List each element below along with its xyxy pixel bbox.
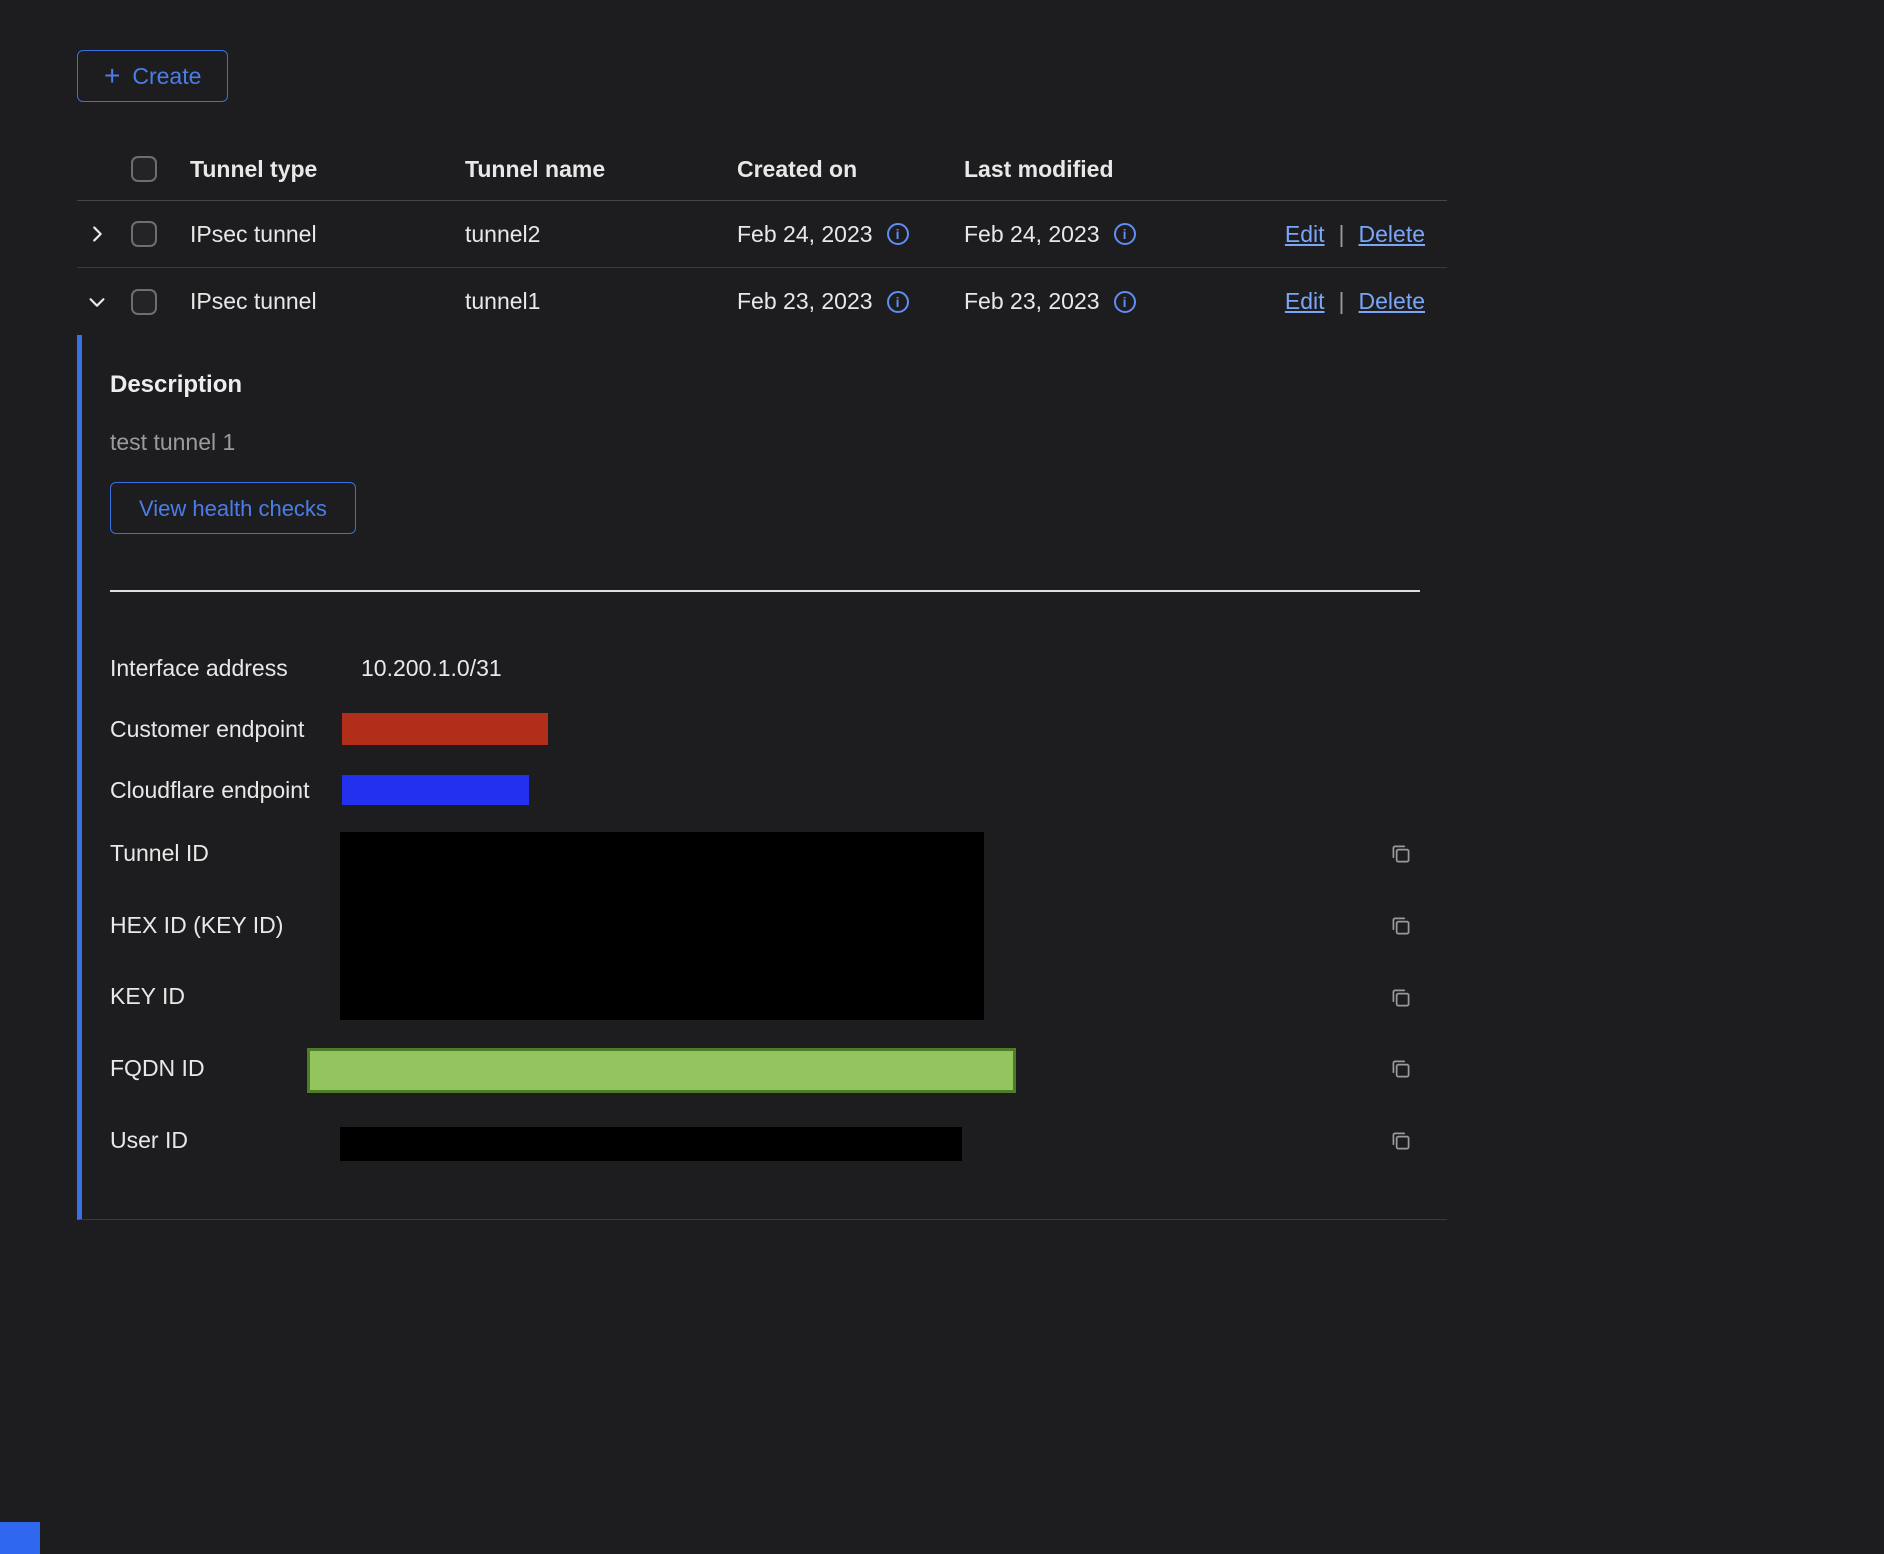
cell-tunnel-name: tunnel1 bbox=[465, 288, 737, 315]
delete-link[interactable]: Delete bbox=[1359, 221, 1425, 248]
column-header-created-on: Created on bbox=[737, 156, 964, 183]
delete-link[interactable]: Delete bbox=[1359, 288, 1425, 315]
customer-endpoint-label: Customer endpoint bbox=[110, 716, 304, 743]
tunnel-fields: Interface address 10.200.1.0/31 Customer… bbox=[110, 639, 1422, 1179]
column-header-tunnel-name: Tunnel name bbox=[465, 156, 737, 183]
cloudflare-endpoint-label: Cloudflare endpoint bbox=[110, 777, 309, 804]
copy-icon[interactable] bbox=[1388, 1056, 1414, 1082]
user-id-label: User ID bbox=[110, 1127, 188, 1154]
copy-icon[interactable] bbox=[1388, 841, 1414, 867]
select-all-checkbox[interactable] bbox=[131, 156, 157, 182]
fqdn-id-redacted-value bbox=[307, 1048, 1016, 1093]
chevron-down-icon[interactable] bbox=[86, 291, 108, 313]
cell-created-on: Feb 24, 2023 i bbox=[737, 221, 964, 248]
cell-last-modified: Feb 23, 2023 i bbox=[964, 288, 1285, 315]
plus-icon: + bbox=[104, 62, 120, 90]
edit-link[interactable]: Edit bbox=[1285, 221, 1325, 248]
description-value: test tunnel 1 bbox=[110, 429, 1447, 456]
info-icon[interactable]: i bbox=[1114, 223, 1136, 245]
info-icon[interactable]: i bbox=[887, 291, 909, 313]
row-checkbox[interactable] bbox=[131, 289, 157, 315]
cell-actions: Edit | Delete bbox=[1285, 221, 1447, 248]
cell-last-modified: Feb 24, 2023 i bbox=[964, 221, 1285, 248]
create-button-label: Create bbox=[132, 63, 201, 90]
created-on-value: Feb 23, 2023 bbox=[737, 288, 873, 315]
edit-link[interactable]: Edit bbox=[1285, 288, 1325, 315]
column-header-tunnel-type: Tunnel type bbox=[190, 156, 465, 183]
key-id-label: KEY ID bbox=[110, 983, 185, 1010]
cell-tunnel-name: tunnel2 bbox=[465, 221, 737, 248]
chevron-right-icon[interactable] bbox=[86, 223, 108, 245]
user-id-redacted-value bbox=[340, 1127, 962, 1161]
cell-tunnel-type: IPsec tunnel bbox=[190, 288, 465, 315]
cloudflare-endpoint-redacted-value bbox=[342, 775, 529, 805]
interface-address-value: 10.200.1.0/31 bbox=[361, 655, 502, 682]
table-row: IPsec tunnel tunnel2 Feb 24, 2023 i Feb … bbox=[77, 201, 1447, 268]
description-label: Description bbox=[110, 371, 1447, 399]
view-health-checks-button[interactable]: View health checks bbox=[110, 482, 356, 534]
table-header: Tunnel type Tunnel name Created on Last … bbox=[77, 138, 1447, 201]
action-separator: | bbox=[1339, 288, 1345, 315]
info-icon[interactable]: i bbox=[887, 223, 909, 245]
action-separator: | bbox=[1339, 221, 1345, 248]
column-header-last-modified: Last modified bbox=[964, 156, 1447, 183]
tunnel-id-label: Tunnel ID bbox=[110, 840, 209, 867]
customer-endpoint-redacted-value bbox=[342, 713, 548, 745]
bottom-left-accent-fragment bbox=[0, 1522, 40, 1554]
table-row: IPsec tunnel tunnel1 Feb 23, 2023 i Feb … bbox=[77, 268, 1447, 335]
ids-redacted-value bbox=[340, 832, 984, 1020]
fqdn-id-label: FQDN ID bbox=[110, 1055, 205, 1082]
cell-tunnel-type: IPsec tunnel bbox=[190, 221, 465, 248]
create-button[interactable]: + Create bbox=[77, 50, 228, 102]
cell-actions: Edit | Delete bbox=[1285, 288, 1447, 315]
tunnels-page: { "colors": { "background": "#1d1d1f", "… bbox=[0, 0, 1884, 1554]
cell-created-on: Feb 23, 2023 i bbox=[737, 288, 964, 315]
interface-address-label: Interface address bbox=[110, 655, 288, 682]
last-modified-value: Feb 24, 2023 bbox=[964, 221, 1100, 248]
copy-icon[interactable] bbox=[1388, 1128, 1414, 1154]
created-on-value: Feb 24, 2023 bbox=[737, 221, 873, 248]
hex-id-label: HEX ID (KEY ID) bbox=[110, 912, 283, 939]
tunnel-detail-panel: Description test tunnel 1 View health ch… bbox=[77, 335, 1447, 1220]
copy-icon[interactable] bbox=[1388, 985, 1414, 1011]
copy-icon[interactable] bbox=[1388, 913, 1414, 939]
info-icon[interactable]: i bbox=[1114, 291, 1136, 313]
divider bbox=[110, 590, 1420, 592]
row-checkbox[interactable] bbox=[131, 221, 157, 247]
main-content: + Create Tunnel type Tunnel name Created… bbox=[0, 0, 1447, 1220]
last-modified-value: Feb 23, 2023 bbox=[964, 288, 1100, 315]
